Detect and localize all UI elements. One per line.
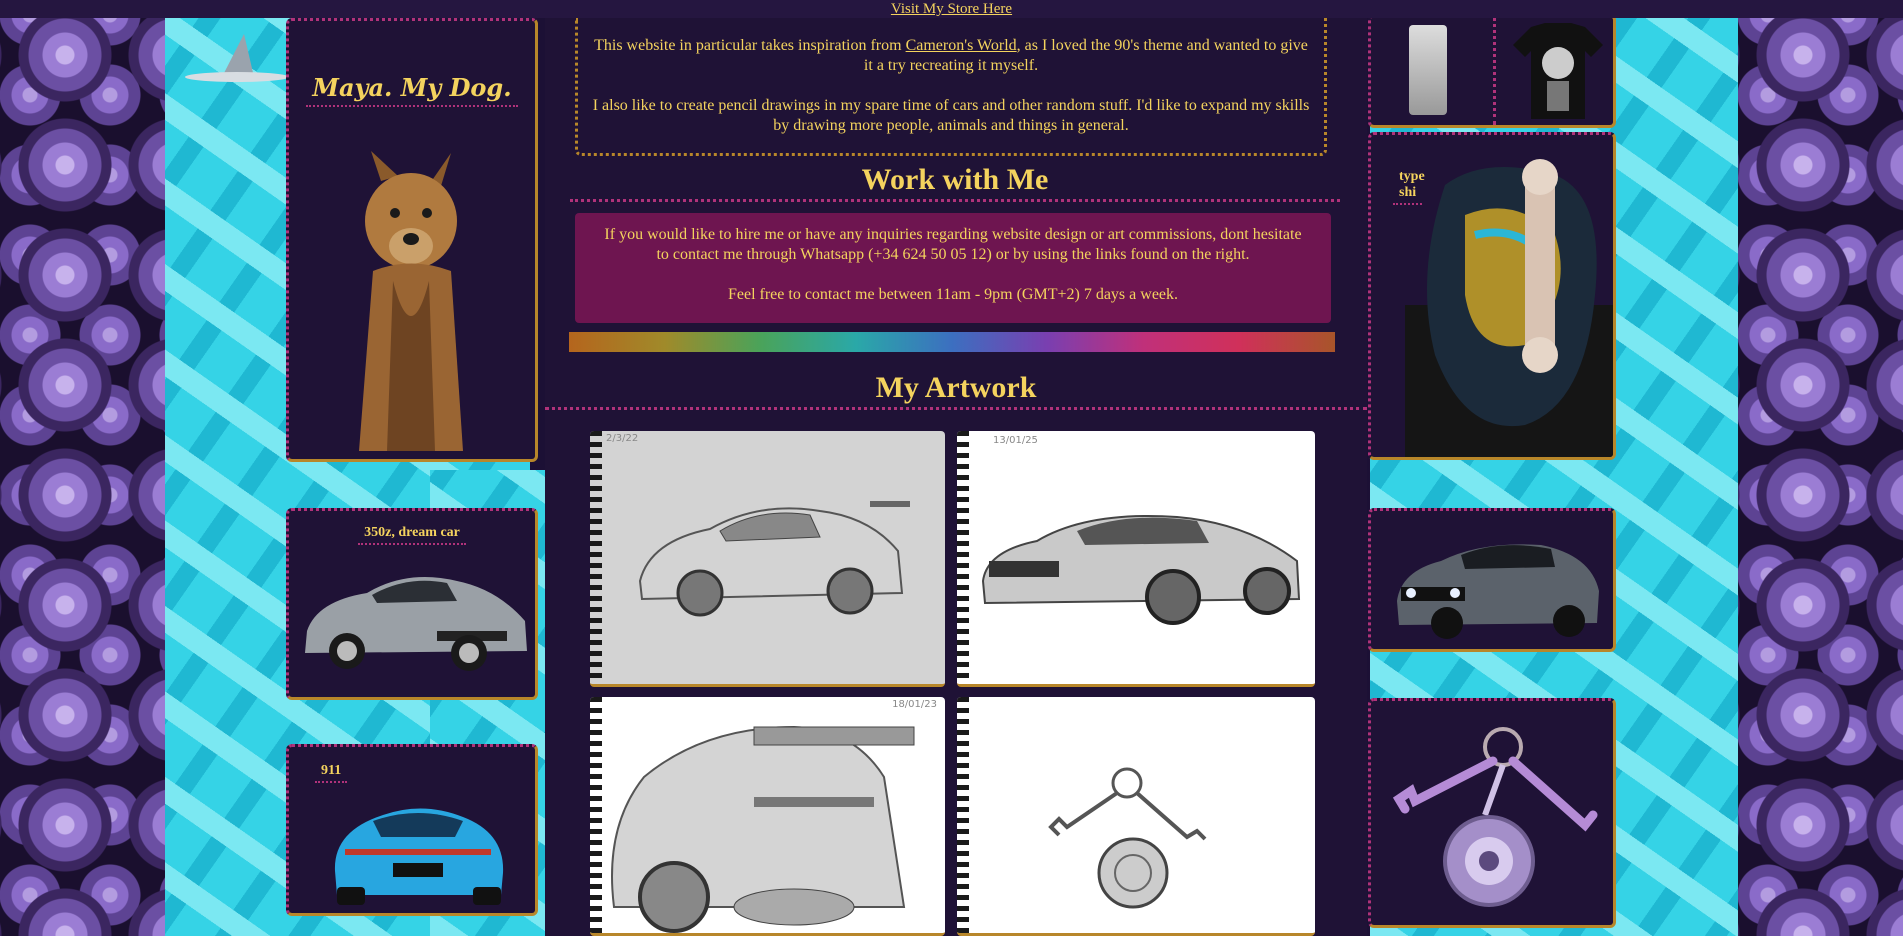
work-paragraph-1: If you would like to hire me or have any… xyxy=(604,226,1302,263)
shop-items-box xyxy=(1368,14,1616,128)
artwork-card[interactable]: 2/3/22 xyxy=(590,431,945,687)
divider xyxy=(1493,17,1496,125)
challenger-box xyxy=(1368,508,1616,652)
challenger-sketch xyxy=(981,515,1301,625)
intro-paragraph-1: This website in particular takes inspira… xyxy=(594,37,1308,74)
shark-fin-icon xyxy=(182,32,292,82)
porsche-sketch xyxy=(611,725,915,933)
camerons-world-link[interactable]: Cameron's World xyxy=(906,37,1017,54)
keys-box xyxy=(1368,698,1616,928)
my-artwork-heading: My Artwork xyxy=(545,371,1367,410)
skull-tshirt-icon[interactable] xyxy=(1511,23,1605,119)
rainbow-divider xyxy=(569,332,1335,352)
work-with-me-box: If you would like to hire me or have any… xyxy=(575,213,1331,323)
skateboard-photo xyxy=(1405,155,1613,457)
artwork-card[interactable]: 18/01/23 xyxy=(590,697,945,936)
artwork-date: 13/01/25 xyxy=(993,435,1038,446)
work-with-me-heading: Work with Me xyxy=(570,163,1340,202)
main-content: This website in particular takes inspira… xyxy=(545,18,1367,936)
challenger-photo xyxy=(1391,531,1603,639)
350z-photo xyxy=(297,561,533,673)
350z-sketch xyxy=(638,501,910,617)
top-bar: Visit My Store Here xyxy=(0,0,1903,18)
dog-box: Maya. My Dog. xyxy=(286,18,538,462)
intro-box: This website in particular takes inspira… xyxy=(575,18,1327,156)
artwork-date: 2/3/22 xyxy=(606,433,639,444)
car2-box-title: 911 xyxy=(289,763,535,783)
car1-box-title: 350z, dream car xyxy=(289,525,535,545)
milk-carton-shirt-icon[interactable] xyxy=(1409,25,1447,115)
work-paragraph-2: Feel free to contact me between 11am - 9… xyxy=(727,286,1179,303)
visit-store-link[interactable]: Visit My Store Here xyxy=(891,1,1012,17)
dog-box-title: Maya. My Dog. xyxy=(289,73,535,107)
artwork-card[interactable] xyxy=(957,697,1315,936)
artwork-card[interactable]: 13/01/25 xyxy=(957,431,1315,687)
rose-border-right xyxy=(1738,0,1903,936)
car2-box: 911 xyxy=(286,744,538,916)
keys-sketch xyxy=(1048,767,1207,909)
keys-photo xyxy=(1385,725,1607,915)
skate-box: type shi xyxy=(1368,132,1616,460)
dog-photo xyxy=(323,151,493,451)
intro-paragraph-2: I also like to create pencil drawings in… xyxy=(592,97,1310,134)
rose-border-left xyxy=(0,0,165,936)
911-photo xyxy=(323,791,513,909)
car1-box: 350z, dream car xyxy=(286,508,538,700)
